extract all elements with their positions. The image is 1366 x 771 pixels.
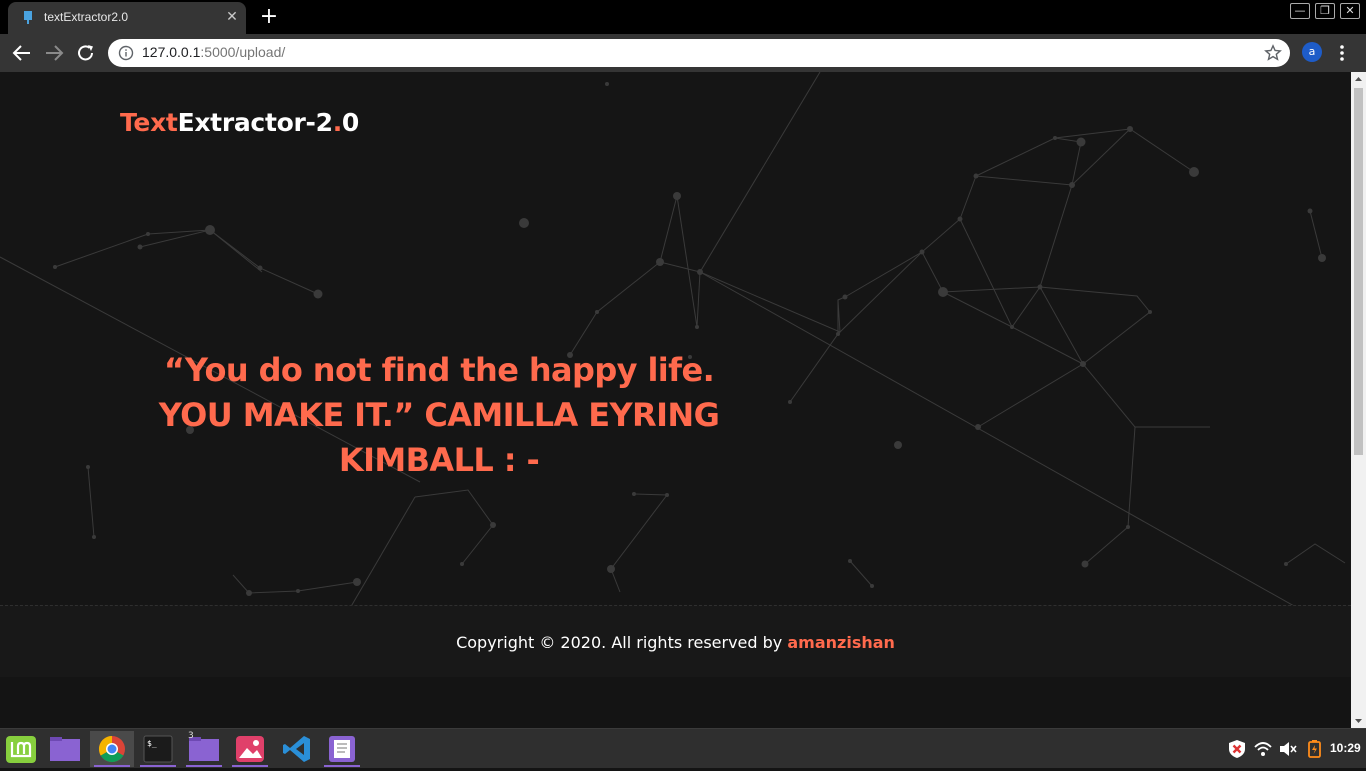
site-logo[interactable]: TextExtractor-2.0 — [120, 108, 359, 137]
site-info-icon[interactable] — [118, 45, 134, 61]
network-background-graphic — [0, 72, 1346, 605]
page-viewport: TextExtractor-2.0 “You do not find the h… — [0, 72, 1351, 728]
bookmark-star-icon[interactable] — [1264, 44, 1282, 62]
volume-muted-icon[interactable] — [1278, 739, 1298, 759]
running-indicator — [324, 765, 360, 767]
browser-tab-strip: textExtractor2.0 ✕ + — ❐ ✕ — [0, 0, 1366, 34]
taskbar-chrome[interactable] — [90, 731, 134, 767]
update-manager-shield-icon[interactable] — [1227, 739, 1247, 759]
os-taskbar: $_ 3 10:29 — [0, 728, 1366, 768]
reload-icon[interactable] — [74, 42, 98, 64]
page-scrollbar[interactable] — [1351, 72, 1366, 728]
page-footer: Copyright © 2020. All rights reserved by… — [0, 605, 1351, 678]
hero-quote: “You do not find the happy life. YOU MAK… — [158, 351, 720, 479]
scroll-up-arrow-icon[interactable] — [1351, 72, 1366, 87]
copyright-text: Copyright © 2020. All rights reserved by… — [0, 633, 1351, 652]
logo-version-part: 0 — [341, 108, 359, 137]
scroll-down-arrow-icon[interactable] — [1351, 713, 1366, 728]
logo-text-part: Text — [120, 108, 178, 137]
page-favicon-icon — [24, 11, 32, 24]
browser-tab[interactable]: textExtractor2.0 ✕ — [8, 2, 246, 34]
running-indicator — [232, 765, 268, 767]
author-link[interactable]: amanzishan — [787, 633, 895, 652]
terminal-icon: $_ — [143, 735, 173, 763]
restore-button[interactable]: ❐ — [1315, 3, 1335, 19]
back-arrow-icon[interactable] — [10, 42, 34, 64]
address-bar[interactable]: 127.0.0.1:5000/upload/ — [108, 39, 1290, 67]
image-viewer-icon — [236, 736, 264, 762]
chrome-icon — [98, 735, 125, 763]
files-window-count: 3 — [188, 731, 194, 741]
page-bottom-area — [0, 677, 1351, 728]
url-text: 127.0.0.1:5000/upload/ — [142, 44, 285, 60]
url-host: 127.0.0.1 — [142, 44, 201, 60]
running-indicator — [140, 765, 176, 767]
url-path: :5000/upload/ — [200, 44, 286, 60]
mint-menu-icon[interactable] — [0, 731, 44, 767]
running-indicator — [186, 765, 222, 767]
close-window-button[interactable]: ✕ — [1340, 3, 1360, 19]
logo-dot: . — [332, 108, 343, 137]
new-tab-button[interactable]: + — [258, 6, 280, 28]
text-editor-icon — [329, 736, 355, 762]
logo-name-part: Extractor-2 — [177, 108, 333, 137]
taskbar-image-viewer[interactable] — [228, 731, 272, 767]
taskbar-text-editor[interactable] — [320, 731, 364, 767]
scrollbar-thumb[interactable] — [1354, 88, 1363, 455]
browser-menu-icon[interactable] — [1336, 43, 1348, 63]
forward-arrow-icon[interactable] — [42, 42, 66, 64]
profile-avatar[interactable]: a — [1302, 42, 1322, 62]
tab-title: textExtractor2.0 — [44, 10, 129, 24]
battery-charging-icon[interactable] — [1304, 739, 1324, 759]
tab-close-icon[interactable]: ✕ — [224, 9, 240, 25]
copyright-label: Copyright © 2020. All rights reserved by — [456, 633, 788, 652]
minimize-button[interactable]: — — [1290, 3, 1310, 19]
system-clock[interactable]: 10:29 — [1330, 741, 1361, 755]
wifi-icon[interactable] — [1253, 739, 1273, 759]
active-indicator — [94, 765, 130, 767]
vscode-icon[interactable] — [276, 731, 320, 767]
browser-toolbar: 127.0.0.1:5000/upload/ a — [0, 34, 1366, 72]
svg-text:$_: $_ — [147, 739, 157, 748]
taskbar-terminal[interactable]: $_ — [136, 731, 180, 767]
show-desktop-folder-icon[interactable] — [44, 731, 88, 767]
